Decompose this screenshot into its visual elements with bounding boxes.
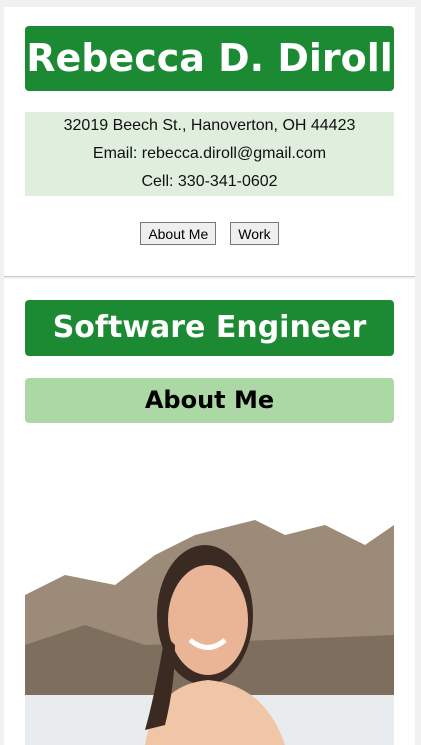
job-title-banner: Software Engineer: [25, 300, 394, 356]
about-me-button[interactable]: About Me: [140, 222, 217, 245]
email: Email: rebecca.diroll@gmail.com: [92, 145, 327, 162]
main-card: Software Engineer About Me: [4, 279, 415, 745]
address: 32019 Beech St., Hanoverton, OH 44423: [63, 117, 356, 134]
nav-buttons: About Me Work: [4, 222, 415, 245]
about-me-heading: About Me: [25, 378, 394, 423]
header-card: Rebecca D. Diroll 32019 Beech St., Hanov…: [4, 7, 415, 277]
contact-info: 32019 Beech St., Hanoverton, OH 44423 Em…: [25, 112, 394, 196]
profile-photo: [25, 515, 394, 745]
cell-phone: Cell: 330-341-0602: [141, 173, 278, 190]
name-banner: Rebecca D. Diroll: [25, 26, 394, 91]
work-button[interactable]: Work: [230, 222, 279, 245]
